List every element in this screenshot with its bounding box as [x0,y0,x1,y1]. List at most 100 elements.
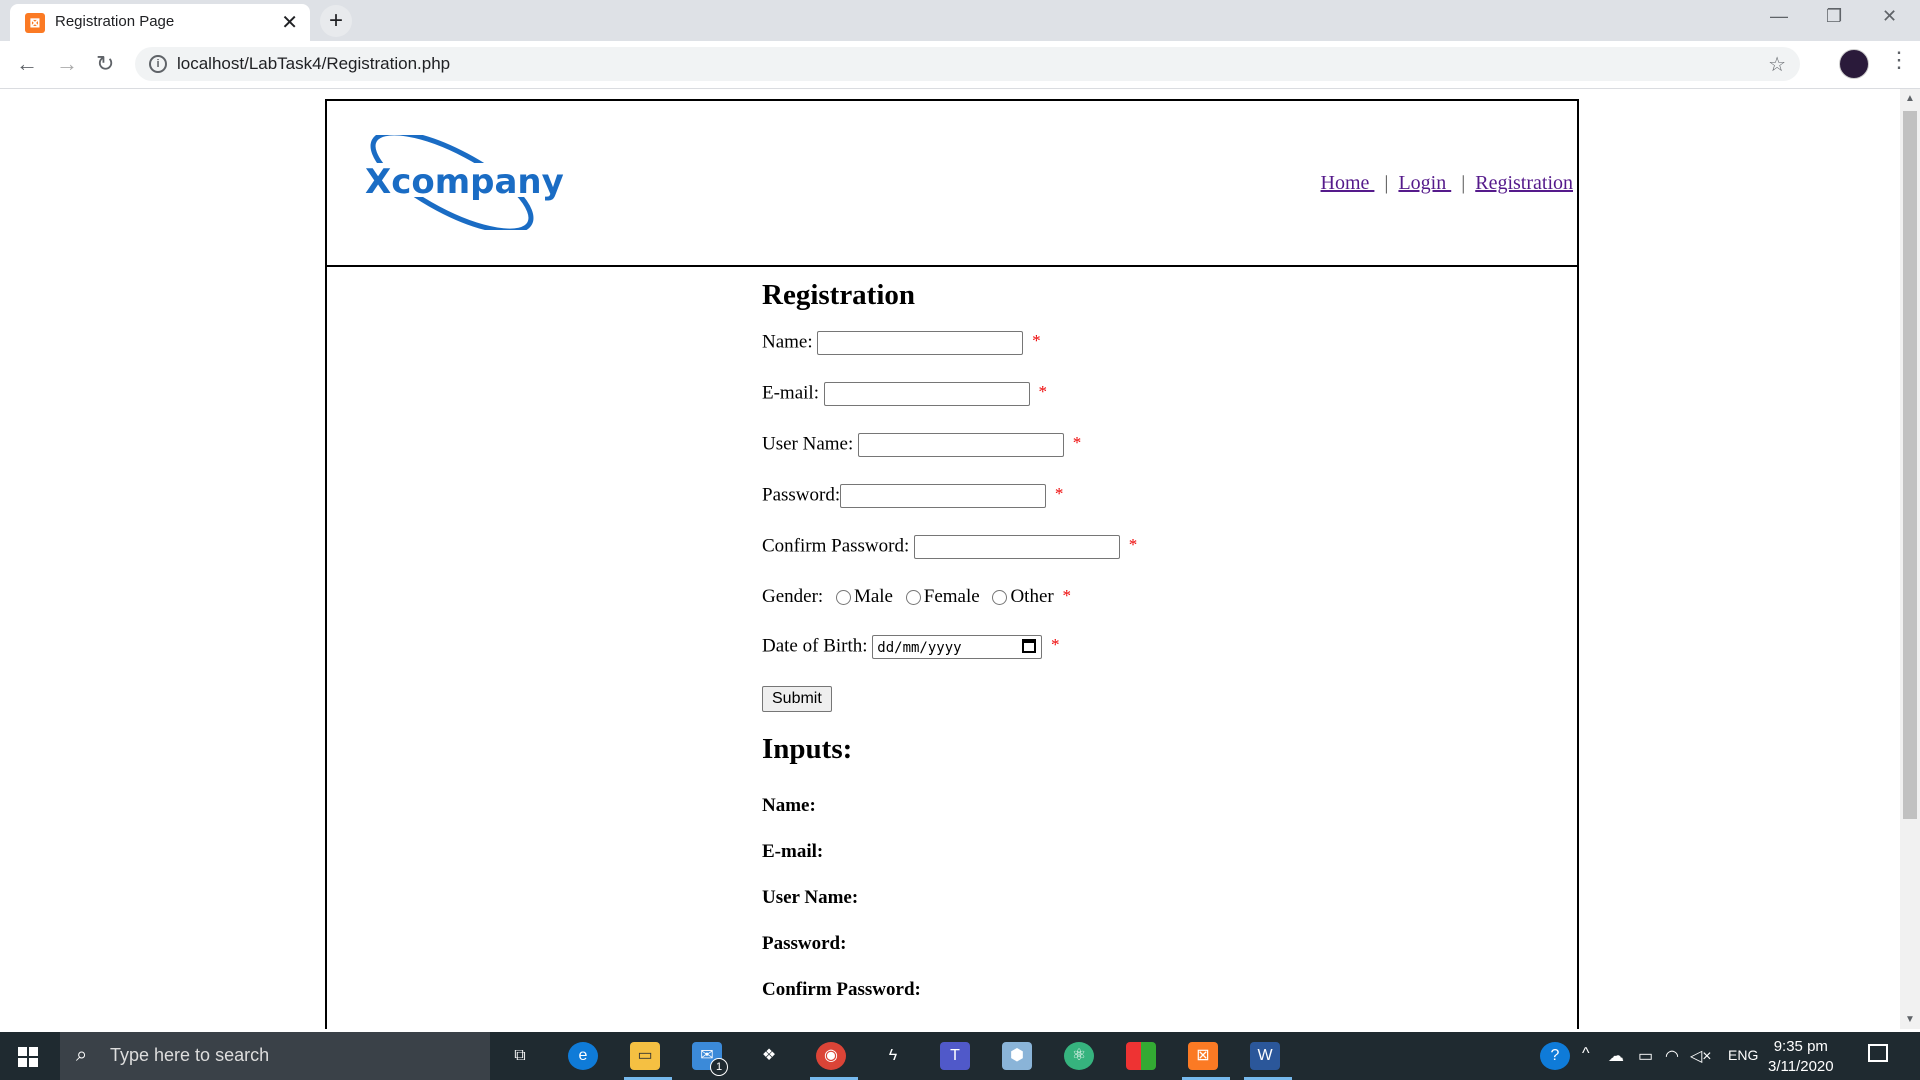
new-tab-button[interactable]: + [320,5,352,37]
tray-chevron-icon[interactable]: ^ [1582,1045,1590,1063]
dropbox-icon[interactable]: ❖ [754,1042,784,1070]
male-radio[interactable] [835,590,851,606]
nav-home-link[interactable]: Home [1321,172,1375,194]
other-label: Other [1010,586,1054,607]
confirm-password-row: Confirm Password: * [762,535,1137,559]
teams-icon[interactable]: T [940,1042,970,1070]
output-email-label: E-mail: [762,841,824,862]
confirm-password-input[interactable] [914,535,1120,559]
gender-label: Gender: [762,586,824,607]
username-input[interactable] [858,433,1065,457]
password-label: Password: [762,484,841,506]
required-asterisk: * [1062,586,1071,605]
bookmark-star-icon[interactable]: ☆ [1768,52,1786,77]
dob-placeholder: dd/mm/yyyy [877,640,962,656]
windows-start-icon[interactable] [18,1047,38,1067]
taskbar-clock[interactable]: 9:35 pm 3/11/2020 [1768,1037,1834,1077]
output-confirm-password-label: Confirm Password: [762,979,921,1000]
email-input[interactable] [823,382,1030,406]
dob-label: Date of Birth: [762,635,868,657]
site-header: Xcompany Home | Login | Registration [327,101,1577,267]
output-name-label: Name: [762,795,816,816]
restore-icon[interactable]: ❐ [1826,6,1842,27]
required-asterisk: * [1051,635,1060,654]
taskbar-search-placeholder[interactable]: Type here to search [110,1045,269,1066]
username-label: User Name: [762,433,854,455]
calendar-icon[interactable] [1022,639,1037,653]
edge-browser-icon[interactable]: e [568,1042,598,1070]
name-input[interactable] [817,331,1024,355]
reload-icon[interactable]: ↻ [96,51,114,77]
clock-time: 9:35 pm [1773,1038,1828,1055]
mail-badge: 1 [710,1058,728,1076]
word-icon[interactable]: W [1250,1042,1280,1070]
required-asterisk: * [1032,331,1041,350]
help-icon[interactable]: ? [1540,1042,1570,1070]
required-asterisk: * [1054,484,1064,503]
wifi-icon[interactable]: ◠ [1665,1046,1679,1066]
female-radio[interactable] [905,590,921,606]
sublime-icon[interactable]: ϟ [878,1042,908,1070]
back-arrow-icon[interactable]: ← [16,51,38,77]
address-url[interactable]: localhost/LabTask4/Registration.php [177,54,450,74]
output-username-label: User Name: [762,887,859,908]
inputs-title: Inputs: [762,733,853,765]
onedrive-cloud-icon[interactable]: ☁ [1608,1046,1624,1066]
close-tab-icon[interactable]: ✕ [281,10,298,35]
colorful-app-icon[interactable] [1126,1042,1156,1070]
info-icon[interactable]: i [149,55,167,73]
tab-strip: ⊠ Registration Page ✕ + — ❐ ✕ [0,0,1920,41]
female-label: Female [923,586,980,607]
nav-separator: | [1384,172,1389,194]
xcompany-logo[interactable]: Xcompany [357,135,567,230]
page-container: Xcompany Home | Login | Registration Regis… [325,99,1579,1029]
xampp-taskbar-icon[interactable]: ⊠ [1188,1042,1218,1070]
submit-row: Submit [762,686,832,712]
address-bar[interactable]: i localhost/LabTask4/Registration.php ☆ [135,47,1800,81]
browser-toolbar: ← → ↻ i localhost/LabTask4/Registration.… [0,41,1920,89]
required-asterisk: * [1038,382,1047,401]
required-asterisk: * [1072,433,1082,452]
gender-row: Gender: Male Female Other * [762,586,1071,608]
username-row: User Name: * [762,433,1081,457]
menu-kebab-icon[interactable]: ⋮ [1888,47,1910,73]
box-app-icon[interactable]: ⬢ [1002,1042,1032,1070]
nav-login-link[interactable]: Login [1398,172,1451,194]
chrome-icon[interactable]: ◉ [816,1042,846,1070]
language-indicator[interactable]: ENG [1728,1047,1758,1063]
email-row: E-mail: * [762,382,1047,406]
confirm-password-label: Confirm Password: [762,535,910,557]
name-label: Name: [762,331,813,353]
page-scrollbar[interactable]: ▲ ▼ [1900,89,1920,1029]
forward-arrow-icon[interactable]: → [56,51,78,77]
password-input[interactable] [840,484,1047,508]
close-window-icon[interactable]: ✕ [1882,6,1897,27]
xampp-icon: ⊠ [25,13,45,33]
battery-icon[interactable]: ▭ [1638,1046,1653,1066]
output-password-label: Password: [762,933,847,954]
atom-icon[interactable]: ⚛ [1064,1042,1094,1070]
nav-registration-link[interactable]: Registration [1475,172,1573,194]
nav-separator: | [1461,172,1466,194]
minimize-icon[interactable]: — [1770,6,1788,27]
top-navigation: Home | Login | Registration [1321,172,1573,195]
required-asterisk: * [1128,535,1138,554]
scroll-down-icon[interactable]: ▼ [1905,1014,1915,1025]
tab-title: Registration Page [55,13,175,30]
dob-row: Date of Birth: dd/mm/yyyy * [762,635,1060,659]
submit-button[interactable]: Submit [762,686,832,712]
dob-date-input[interactable]: dd/mm/yyyy [872,635,1043,659]
task-view-icon[interactable]: ⧉ [505,1042,535,1070]
scrollbar-thumb[interactable] [1903,111,1917,819]
volume-muted-icon[interactable]: ◁× [1690,1046,1712,1066]
profile-avatar[interactable] [1839,49,1869,79]
other-radio[interactable] [992,590,1008,606]
form-title: Registration [762,279,916,311]
file-explorer-icon[interactable]: ▭ [630,1042,660,1070]
notification-icon[interactable] [1868,1044,1888,1062]
active-tab[interactable]: ⊠ Registration Page ✕ [10,4,310,41]
taskbar-search-box[interactable]: ⌕ Type here to search [60,1032,490,1080]
search-icon: ⌕ [76,1044,88,1066]
scroll-up-icon[interactable]: ▲ [1905,93,1915,104]
windows-taskbar: ⌕ Type here to search ⧉ e ▭ ✉ 1 ❖ ◉ ϟ T … [0,1032,1920,1080]
